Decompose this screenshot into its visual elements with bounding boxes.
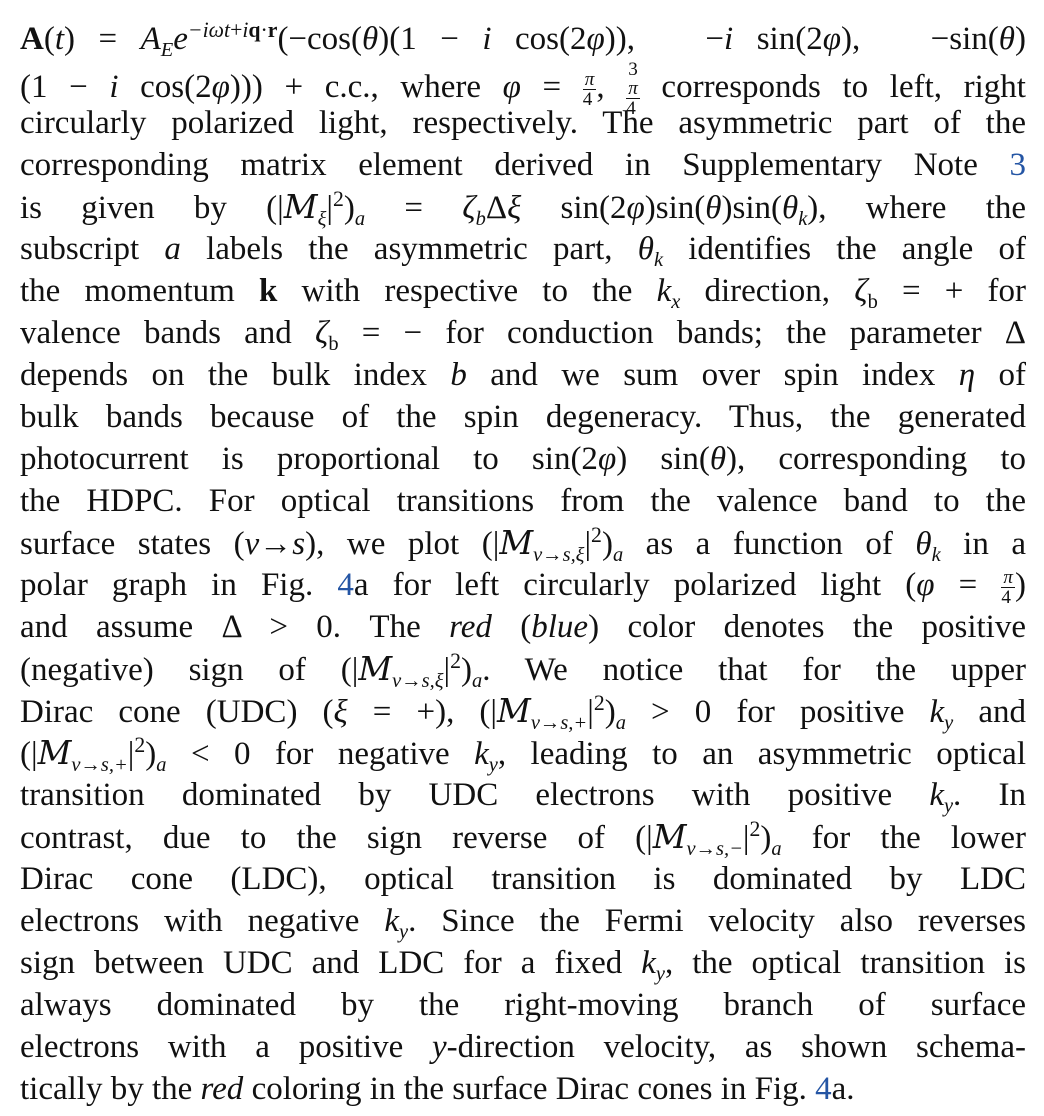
supplementary-note-link[interactable]: 3 — [1010, 147, 1027, 183]
text-line-2: (1 − i cos(2φ))) + c.c., where φ = π4, 3… — [20, 59, 1026, 120]
text-line-23: sign between UDC and LDC for a fixed ky,… — [20, 945, 1027, 986]
figure-4-link-2[interactable]: 4 — [815, 1071, 832, 1107]
text-line-8: valence bands and ζb = − for conduction … — [20, 315, 1026, 356]
text-line-25: electrons with a positive y-direction ve… — [20, 1029, 1026, 1065]
text-line-17: Dirac cone (UDC) (ξ = +), (|Mv→s,+|2)a >… — [20, 691, 1026, 735]
text-line-1: A(t) = AEe−iωt+iq·r(−cos(θ)(1 − i cos(2φ… — [20, 18, 1027, 62]
text-line-20: contrast, due to the sign reverse of (|M… — [20, 817, 1026, 861]
text-line-11: photocurrent is proportional to sin(2φ) … — [20, 441, 1026, 477]
text-line-18: (|Mv→s,+|2)a < 0 for negative ky, leadin… — [20, 733, 1026, 777]
text-line-6: subscript a labels the asymmetric part, … — [20, 231, 1026, 272]
page: A(t) = AEe−iωt+iq·r(−cos(θ)(1 − i cos(2φ… — [0, 0, 1044, 1116]
text-line-15: and assume Δ > 0. The red (blue) color d… — [20, 609, 1026, 645]
text-line-12: the HDPC. For optical transitions from t… — [20, 483, 1026, 519]
text-line-3: circularly polarized light, respectively… — [20, 105, 1026, 141]
text-line-26: tically by the red coloring in the surfa… — [20, 1071, 855, 1107]
text-line-24: always dominated by the right-moving bra… — [20, 987, 1026, 1023]
text-line-21: Dirac cone (LDC), optical transition is … — [20, 861, 1026, 897]
text-line-22: electrons with negative ky. Since the Fe… — [20, 903, 1026, 944]
figure-4-link-1[interactable]: 4 — [337, 567, 354, 603]
paragraph: A(t) = AEe−iωt+iq·r(−cos(θ)(1 − i cos(2φ… — [20, 18, 1026, 1110]
text-line-19: transition dominated by UDC electrons wi… — [20, 777, 1026, 818]
text-line-4: corresponding matrix element derived in … — [20, 147, 1027, 183]
text-line-7: the momentum k with respective to the kx… — [20, 273, 1026, 314]
text-line-13: surface states (v→s), we plot (|Mv→s,ξ|2… — [20, 523, 1026, 567]
text-line-10: bulk bands because of the spin degenerac… — [20, 399, 1026, 435]
text-line-14: polar graph in Fig. 4a for left circular… — [20, 566, 1026, 608]
text-line-5: is given by (|Mξ|2)a = ζbΔξ sin(2φ)sin(θ… — [20, 187, 1027, 231]
text-line-9: depends on the bulk index b and we sum o… — [20, 357, 1026, 393]
text-line-16: (negative) sign of (|Mv→s,ξ|2)a. We noti… — [20, 649, 1026, 693]
